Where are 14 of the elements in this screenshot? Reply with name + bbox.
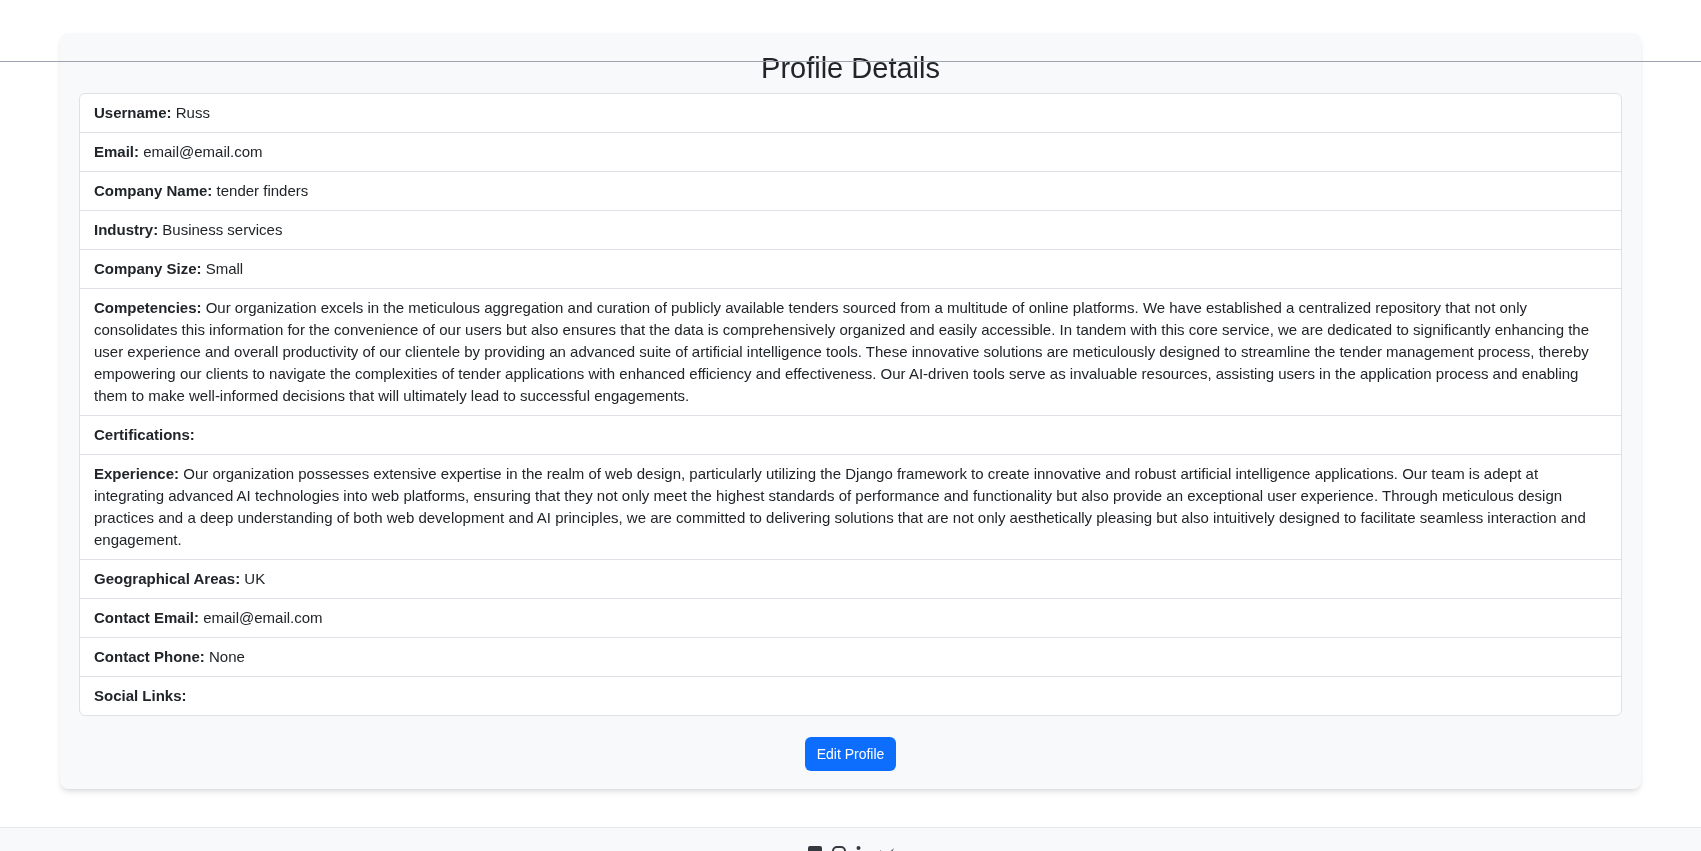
detail-text: Contact Phone: None	[94, 647, 246, 667]
detail-text: Experience: Our organization possesses extensive expertise in the realm of web design, particularly utilizing the Django framework to create innovative and robust artificial intelligence applications. Our team is adept at integrating advanced AI technologies into web platforms, ensuring that they not only meet the highest standards of performance and functionality but also provide an exceptional user experience. Through meticulous design practices and a deep understanding of both web development and AI principles, we are committed to delivering solutions that are not only aesthetically pleasing but also intuitively designed to facilitate seamless interaction and engagement.	[94, 464, 1587, 550]
detail-text: Company Size: Small	[94, 259, 245, 279]
detail-text: Competencies: Our organization excels in the meticulous aggregation and curation of publicly available tenders sourced from a multitude of online platforms. We have established a centralized repository that not only consolidates this information for the convenience of our users but also ensures that the data is comprehensively organized and easily accessible. In tandem with this core service, we are dedicated to significantly enhancing the user experience and overall productivity of our clientele by providing an advanced suite of artificial intelligence tools. These innovative solutions are meticulously designed to streamline the tender management process, thereby empowering our clients to navigate the complexities of tender applications with enhanced efficiency and effectiveness. Our AI-driven tools serve as invaluable resources, assisting users in the application process and enabling them to make well-informed decisions that will ultimately lead to successful engagements.	[94, 298, 1590, 406]
detail-text: Username: Russ	[94, 103, 211, 123]
detail-text: Company Name: tender finders	[94, 181, 310, 201]
detail-text: Social Links:	[94, 686, 188, 706]
edit-profile-button[interactable]: Edit Profile	[804, 737, 897, 771]
detail-text: Contact Email: email@email.com	[94, 608, 324, 628]
page-title: Profile Details	[760, 51, 941, 86]
detail-text: Geographical Areas: UK	[94, 569, 267, 589]
detail-text: Email: email@email.com	[94, 142, 264, 162]
detail-text: Certifications:	[94, 425, 196, 445]
detail-text: Industry: Business services	[94, 220, 284, 240]
